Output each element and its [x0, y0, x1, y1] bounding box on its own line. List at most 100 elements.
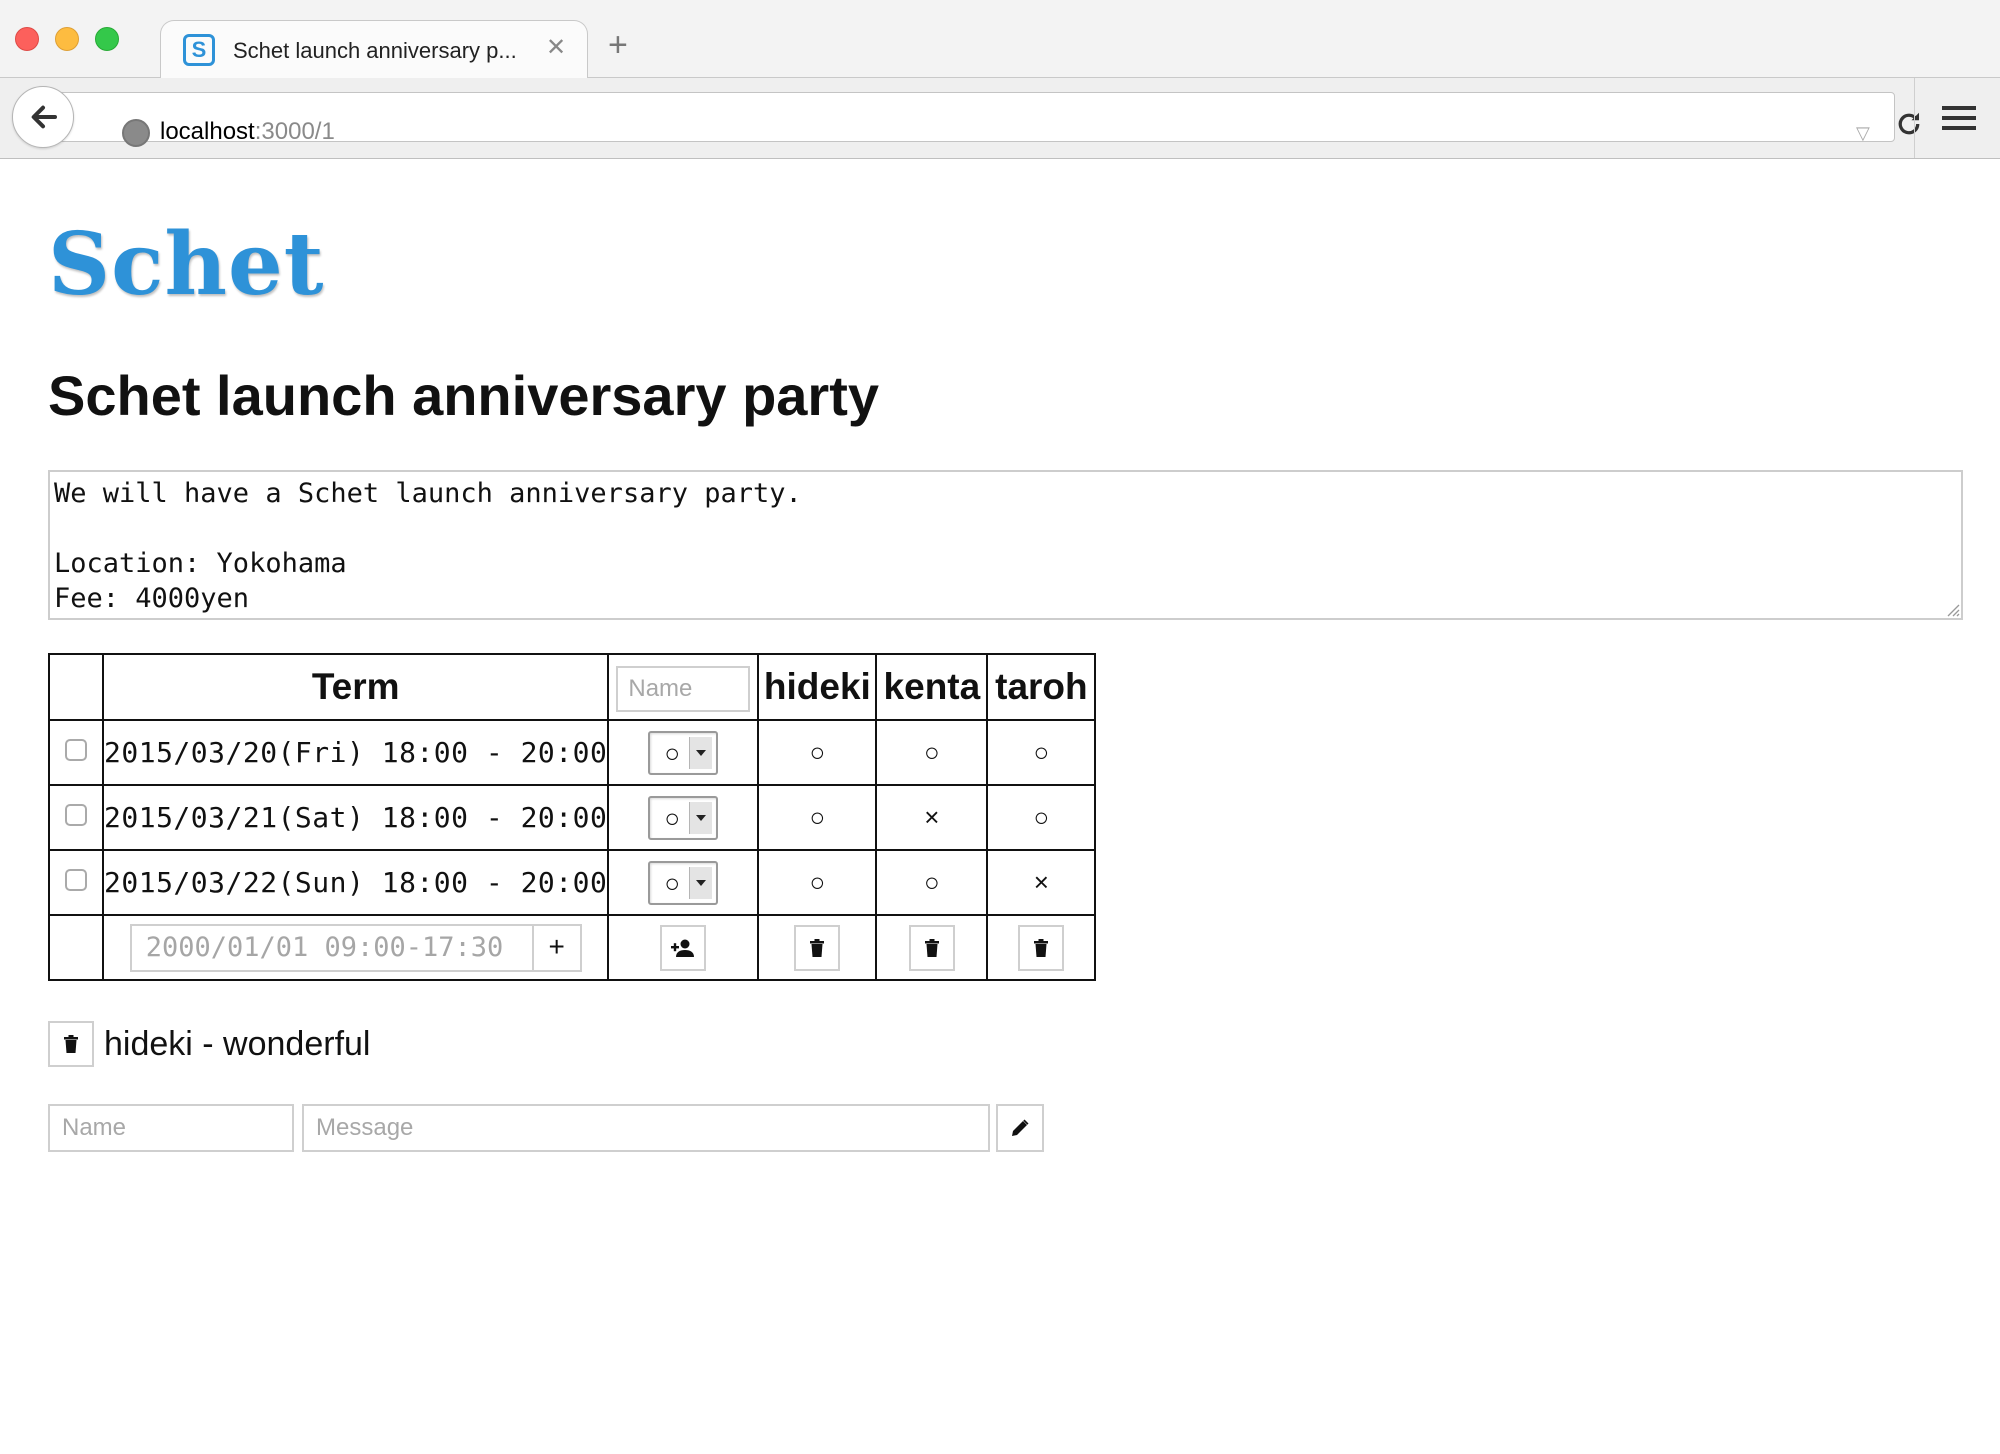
answer-cell: ×	[986, 849, 1097, 916]
tab-bar: S Schet launch anniversary p... ✕ +	[0, 0, 2000, 78]
add-term-button[interactable]: +	[531, 925, 580, 970]
trash-icon	[810, 938, 825, 957]
delete-participant-button[interactable]	[908, 924, 955, 971]
answer-cell: ○	[875, 849, 989, 916]
answer-cell: ○	[986, 719, 1097, 786]
delete-comment-button[interactable]	[48, 1021, 94, 1067]
new-term-input[interactable]	[131, 925, 532, 970]
answer-cell: ○	[757, 849, 878, 916]
schedule-table: Term hideki kenta taroh 2015/03/20(Fri) …	[48, 653, 1097, 981]
chevron-down-icon	[689, 866, 713, 899]
hamburger-menu-icon[interactable]	[1942, 104, 1976, 132]
answer-mark: ○	[809, 802, 826, 832]
answer-mark: ○	[809, 737, 826, 767]
plus-icon[interactable]: +	[608, 28, 628, 62]
answer-cell: ○	[986, 784, 1097, 851]
table-row: 2015/03/21(Sat) 18:00 - 20:00 ○ ○ × ○	[48, 784, 1097, 851]
answer-select[interactable]: ○	[648, 860, 719, 905]
answer-select[interactable]: ○	[648, 795, 719, 840]
reload-icon[interactable]	[1894, 109, 1924, 139]
answer-mark: ○	[809, 867, 826, 897]
event-title: Schet launch anniversary party	[48, 364, 880, 427]
browser-tab[interactable]: S Schet launch anniversary p... ✕	[160, 20, 588, 78]
answer-mark: ×	[1033, 867, 1049, 897]
participant-header-hideki: hideki	[757, 653, 878, 721]
row-check-cell	[48, 784, 104, 851]
name-header-cell	[607, 653, 760, 721]
header-check-cell	[48, 653, 104, 721]
zoom-window-button[interactable]	[95, 27, 119, 51]
url-dropdown-icon[interactable]: ▽	[1856, 123, 1870, 144]
table-row: 2015/03/22(Sun) 18:00 - 20:00 ○ ○ ○ ×	[48, 849, 1097, 916]
term-text: 2015/03/22(Sun) 18:00 - 20:00	[104, 866, 608, 899]
add-participant-cell	[607, 914, 760, 981]
answer-cell: ○	[757, 784, 878, 851]
answer-select-cell: ○	[607, 784, 760, 851]
row-check-cell	[48, 849, 104, 916]
close-icon[interactable]: ✕	[546, 33, 566, 62]
new-term-group: +	[129, 923, 582, 972]
row-check-cell	[48, 719, 104, 786]
site-logo[interactable]: Schet	[48, 222, 324, 308]
comment-message-input[interactable]	[302, 1104, 990, 1152]
delete-participant-cell	[757, 914, 878, 981]
participant-name-input[interactable]	[616, 665, 751, 712]
comment-item: hideki - wonderful	[48, 1020, 370, 1068]
answer-select-value: ○	[664, 867, 681, 898]
pencil-icon	[1012, 1119, 1029, 1136]
answer-mark: ○	[924, 737, 940, 767]
participant-header-taroh: taroh	[986, 653, 1097, 721]
table-row: 2015/03/20(Fri) 18:00 - 20:00 ○ ○ ○ ○	[48, 719, 1097, 786]
post-comment-button[interactable]	[996, 1104, 1044, 1152]
resize-grip-icon[interactable]	[1946, 603, 1960, 617]
delete-participant-cell	[875, 914, 989, 981]
answer-select-cell: ○	[607, 849, 760, 916]
term-checkbox[interactable]	[65, 739, 87, 761]
answer-mark: ×	[924, 802, 940, 832]
add-user-icon	[671, 939, 695, 957]
close-window-button[interactable]	[15, 27, 39, 51]
table-action-row: +	[48, 914, 1097, 981]
chevron-down-icon	[689, 801, 713, 834]
minimize-window-button[interactable]	[55, 27, 79, 51]
add-participant-button[interactable]	[660, 924, 707, 971]
delete-participant-cell	[986, 914, 1097, 981]
term-text: 2015/03/20(Fri) 18:00 - 20:00	[104, 736, 608, 769]
term-checkbox[interactable]	[65, 804, 87, 826]
chevron-down-icon	[689, 736, 713, 769]
table-header-row: Term hideki kenta taroh	[48, 653, 1097, 721]
term-cell: 2015/03/22(Sun) 18:00 - 20:00	[101, 849, 610, 916]
term-header: Term	[101, 653, 610, 721]
delete-participant-button[interactable]	[1018, 924, 1065, 971]
comment-name-input[interactable]	[48, 1104, 294, 1152]
url-text: localhost:3000/1	[160, 118, 335, 145]
answer-select-cell: ○	[607, 719, 760, 786]
globe-icon	[122, 119, 150, 147]
schet-favicon-icon: S	[183, 34, 215, 66]
term-cell: 2015/03/21(Sat) 18:00 - 20:00	[101, 784, 610, 851]
answer-cell: ○	[757, 719, 878, 786]
participant-header-kenta: kenta	[875, 653, 989, 721]
event-description-textarea[interactable]: We will have a Schet launch anniversary …	[48, 470, 1963, 620]
action-check-cell	[48, 914, 104, 981]
answer-mark: ○	[1033, 737, 1050, 767]
answer-mark: ○	[924, 867, 940, 897]
delete-participant-button[interactable]	[794, 924, 841, 971]
tab-title: Schet launch anniversary p...	[233, 38, 517, 63]
answer-cell: ○	[875, 719, 989, 786]
answer-mark: ○	[1033, 802, 1050, 832]
answer-select[interactable]: ○	[648, 730, 719, 775]
new-comment-form	[48, 1104, 1044, 1152]
term-cell: 2015/03/20(Fri) 18:00 - 20:00	[101, 719, 610, 786]
trash-icon	[64, 1035, 78, 1053]
term-text: 2015/03/21(Sat) 18:00 - 20:00	[104, 801, 608, 834]
new-term-cell: +	[101, 914, 610, 981]
toolbar-divider	[1914, 78, 1915, 158]
comment-text: hideki - wonderful	[104, 1024, 371, 1063]
back-button[interactable]	[12, 86, 74, 148]
url-bar[interactable]: localhost:3000/1 ▽	[35, 92, 1920, 147]
term-checkbox[interactable]	[65, 869, 87, 891]
trash-icon	[1034, 938, 1049, 957]
answer-select-value: ○	[664, 737, 681, 768]
nav-bar: localhost:3000/1 ▽	[0, 78, 2000, 159]
